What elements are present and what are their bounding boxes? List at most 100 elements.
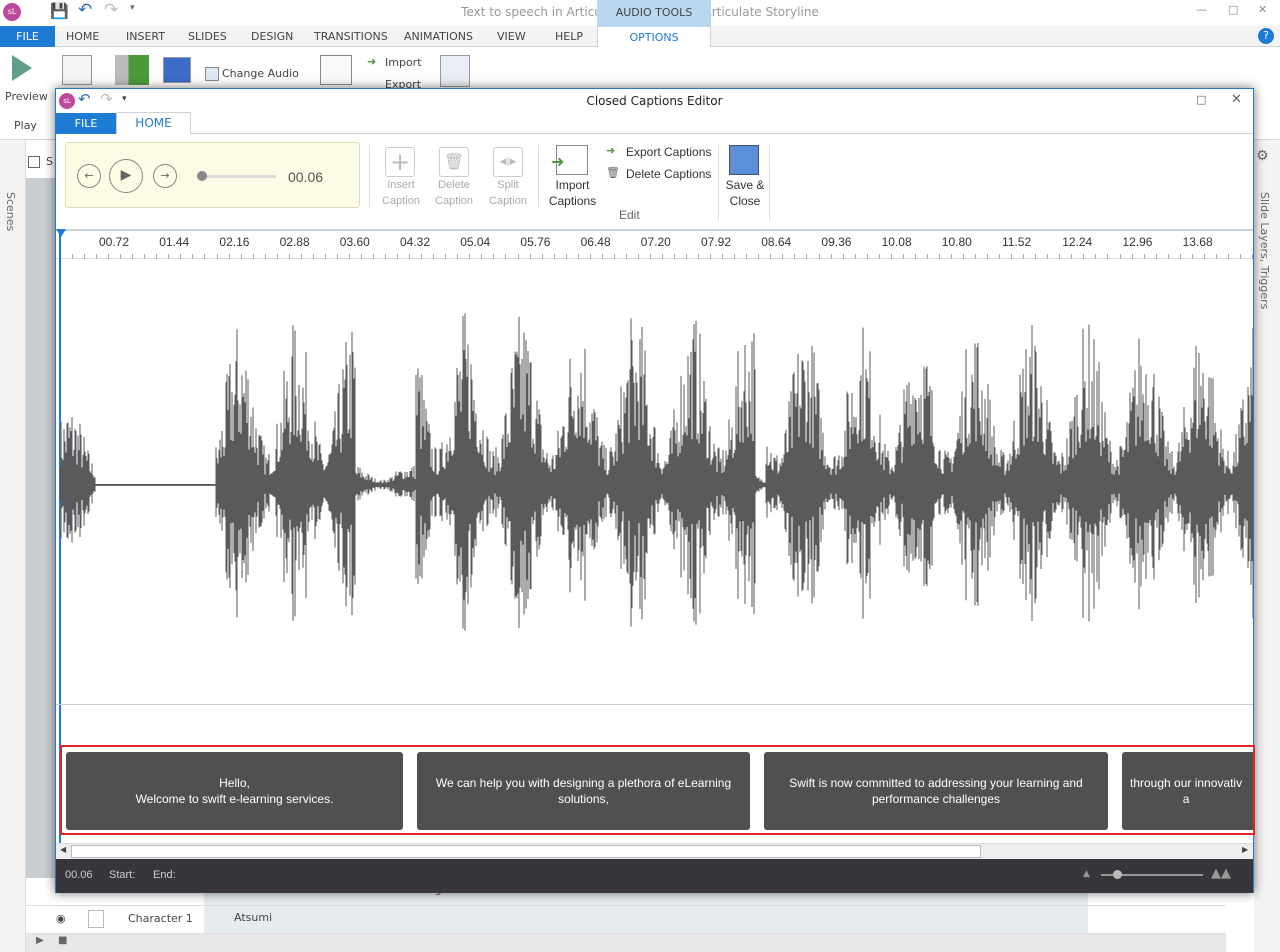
lock-checkbox[interactable] (88, 910, 104, 928)
tab-file[interactable]: FILE (0, 26, 55, 47)
playhead-marker[interactable] (56, 229, 66, 237)
import-captions-button[interactable]: Import Captions (545, 177, 600, 209)
import-button[interactable]: Import (385, 56, 422, 69)
status-bar: 00.06 Start: End: ▲ ▲▲ (56, 859, 1253, 893)
save-disk-icon (729, 145, 759, 175)
tab-transitions[interactable]: TRANSITIONS (314, 30, 388, 43)
stop-icon[interactable]: ■ (58, 935, 67, 946)
ruler-label: 00.72 (99, 235, 130, 249)
seek-handle[interactable] (197, 171, 207, 181)
ruler-label: 05.04 (460, 235, 491, 249)
tab-help[interactable]: HELP (555, 30, 583, 43)
audio-editor-icon[interactable] (62, 55, 92, 85)
preview-icon[interactable] (12, 55, 32, 81)
insert-caption-button[interactable]: Insert Caption (376, 177, 426, 209)
change-audio-button[interactable]: Change Audio (222, 67, 299, 80)
tab-options[interactable]: OPTIONS (597, 26, 711, 47)
eye-icon[interactable]: ◉ (56, 912, 66, 925)
dialog-logo: sL (59, 93, 75, 109)
delete-caption-button[interactable]: Delete Caption (429, 177, 479, 209)
edit-group-label: Edit (619, 208, 640, 222)
play-group-label: Play (14, 119, 37, 132)
tab-file[interactable]: FILE (56, 113, 116, 134)
row-content[interactable]: Atsumi (204, 906, 1088, 933)
ruler-label: 05.76 (520, 235, 551, 249)
timeline-row[interactable]: ◉ Character 1 Atsumi (26, 906, 1226, 934)
tab-animations[interactable]: ANIMATIONS (404, 30, 473, 43)
dialog-tabs (56, 113, 1253, 134)
delete-captions-icon: 🗑 (606, 166, 620, 179)
zoom-search-icon[interactable] (440, 55, 470, 87)
ruler-label: 13.68 (1182, 235, 1213, 249)
status-time: 00.06 (65, 869, 93, 881)
scroll-left-icon[interactable]: ◀ (60, 845, 66, 854)
close-icon[interactable]: ✕ (1258, 3, 1267, 16)
delete-captions-button[interactable]: Delete Captions (626, 167, 711, 181)
caption-block[interactable]: We can help you with designing a plethor… (417, 752, 750, 830)
slide-layers-panel[interactable]: ⚙ Slide Layers, Triggers (1254, 140, 1280, 952)
caption-block[interactable]: through our innovativ a (1122, 752, 1253, 830)
waveform-path (59, 313, 1253, 631)
current-time: 00.06 (288, 169, 324, 185)
caption-track[interactable]: Hello, Welcome to swift e-learning servi… (60, 745, 1255, 835)
slide-layers-label: Slide Layers, Triggers (1258, 192, 1271, 310)
minimize-icon[interactable]: — (1196, 3, 1207, 16)
zoom-in-icon[interactable]: ▲▲ (1211, 866, 1231, 881)
tab-view[interactable]: VIEW (497, 30, 526, 43)
save-close-button[interactable]: Save & Close (720, 177, 770, 209)
slide-tab[interactable]: S (26, 140, 56, 178)
import-captions-icon: ➜ (551, 145, 588, 175)
split-icon: ◀|▶ (493, 147, 523, 177)
tab-design[interactable]: DESIGN (251, 30, 293, 43)
export-captions-button[interactable]: Export Captions (626, 145, 711, 159)
maximize-icon[interactable]: □ (1228, 3, 1238, 16)
audio-player: ← ▶ → 00.06 (65, 142, 360, 208)
timeline-controls: ▶ ■ (26, 934, 1226, 952)
tab-home[interactable]: HOME (116, 112, 191, 135)
tab-insert[interactable]: INSERT (126, 30, 165, 43)
ruler-label: 01.44 (159, 235, 190, 249)
closed-captions-editor-dialog: Closed Captions Editor sL ↶ ↷ ▾ □ ✕ FILE… (55, 88, 1255, 893)
volume-icon[interactable] (115, 55, 149, 85)
undo-icon[interactable]: ↶ (78, 90, 91, 108)
audio-waveform[interactable] (56, 259, 1253, 704)
ruler-label: 10.80 (941, 235, 972, 249)
tab-home[interactable]: HOME (66, 30, 99, 43)
caption-block[interactable]: Hello, Welcome to swift e-learning servi… (66, 752, 403, 830)
time-ruler[interactable]: 00.72 01.44 02.16 02.88 03.60 04.32 05.04 05.76… (56, 229, 1253, 259)
audio-tools-context: AUDIO TOOLS (597, 0, 711, 26)
caption-block[interactable]: Swift is now committed to addressing you… (764, 752, 1108, 830)
seek-slider[interactable] (201, 175, 276, 178)
scrollbar-thumb[interactable] (71, 845, 981, 858)
play-button[interactable]: ▶ (109, 159, 143, 193)
customize-qat-icon[interactable]: ▾ (122, 94, 127, 104)
tab-slides[interactable]: SLIDES (188, 30, 227, 43)
zoom-slider-handle[interactable] (1113, 870, 1122, 879)
split-caption-button[interactable]: Split Caption (483, 177, 533, 209)
trash-icon: 🗑 (439, 147, 469, 177)
ruler-label: 02.16 (219, 235, 250, 249)
ruler-label: 08.64 (761, 235, 792, 249)
ruler-label: 12.96 (1122, 235, 1153, 249)
captions-icon[interactable] (320, 55, 352, 85)
scroll-right-icon[interactable]: ▶ (1242, 845, 1248, 854)
play-icon[interactable]: ▶ (36, 935, 44, 946)
gear-icon[interactable]: ⚙ (1256, 148, 1269, 164)
horizontal-scrollbar[interactable]: ◀ ▶ (56, 843, 1253, 859)
import-icon: ➜ (367, 55, 377, 68)
redo-icon[interactable]: ↷ (100, 90, 113, 108)
help-icon[interactable]: ? (1258, 28, 1274, 44)
export-captions-icon: ➜ (606, 144, 616, 157)
forward-button[interactable]: → (153, 164, 177, 188)
status-end: End: (153, 869, 176, 881)
preview-button[interactable]: Preview (5, 90, 48, 103)
scenes-panel[interactable]: Scenes (0, 140, 26, 952)
ruler-label: 10.08 (881, 235, 912, 249)
slide-tab-label: S (46, 155, 53, 168)
rewind-button[interactable]: ← (77, 164, 101, 188)
close-icon[interactable]: ✕ (1231, 92, 1242, 107)
maximize-icon[interactable]: □ (1196, 93, 1206, 106)
zoom-out-icon[interactable]: ▲ (1083, 869, 1090, 879)
waveform-icon[interactable] (163, 57, 191, 83)
change-audio-icon (205, 67, 219, 81)
